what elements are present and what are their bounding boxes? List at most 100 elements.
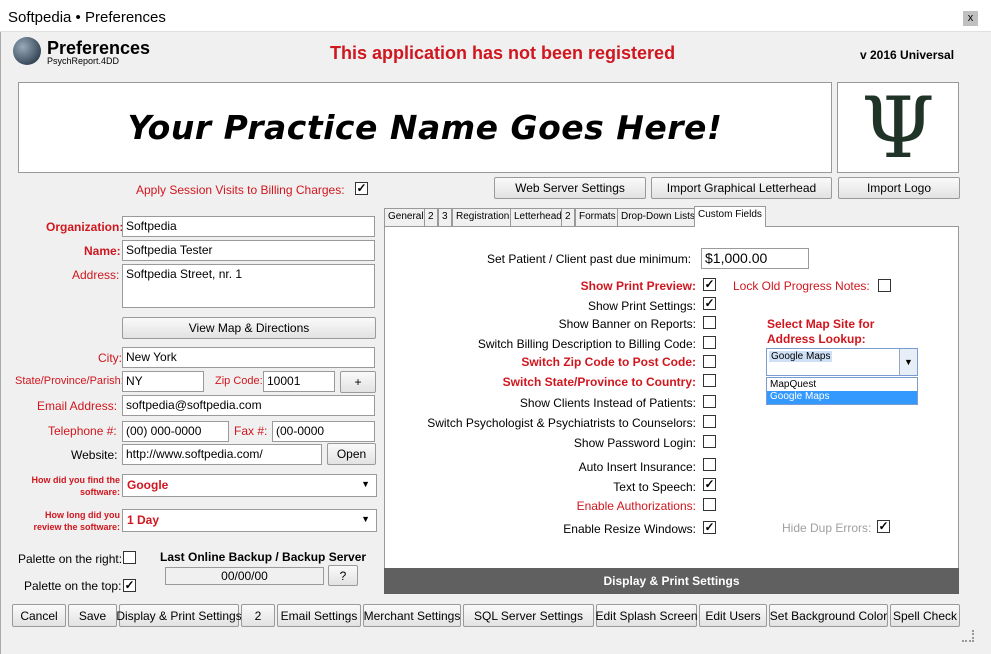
display-print-settings-button[interactable]: Display & Print Settings — [116, 604, 242, 627]
show-print-settings-checkbox[interactable]: ✓ — [703, 297, 716, 310]
resize-grip-icon[interactable] — [962, 630, 974, 642]
option-label: Enable Resize Windows: — [563, 522, 696, 536]
lock-notes-checkbox[interactable] — [878, 279, 891, 292]
map-site-dropdown[interactable]: Google Maps ▼ — [766, 348, 918, 376]
find-software-label-line1: How did you find the — [31, 475, 121, 485]
review-label-line1: How long did you — [45, 510, 120, 520]
backup-label: Last Online Backup / Backup Server — [160, 550, 367, 564]
post-code-checkbox[interactable] — [703, 355, 716, 368]
tab-drop-down-lists[interactable]: Drop-Down Lists — [617, 208, 699, 226]
view-map-button[interactable]: View Map & Directions — [122, 317, 376, 339]
find-software-dropdown[interactable]: Google ▼ — [122, 474, 377, 497]
app-logo-icon — [13, 37, 41, 65]
option-label: Show Print Settings: — [587, 299, 696, 313]
import-logo-button[interactable]: Import Logo — [838, 177, 960, 199]
resize-windows-checkbox[interactable]: ✓ — [703, 521, 716, 534]
option-label: Text to Speech: — [613, 480, 696, 494]
review-duration-dropdown[interactable]: 1 Day ▼ — [122, 509, 377, 532]
hide-dup-checkbox[interactable]: ✓ — [877, 520, 890, 533]
option-label: Enable Authorizations: — [576, 499, 696, 513]
email-settings-button[interactable]: Email Settings — [277, 604, 361, 627]
name-field[interactable]: Softpedia Tester — [122, 240, 375, 261]
tab-formats[interactable]: Formats — [575, 208, 620, 226]
sql-server-settings-button[interactable]: SQL Server Settings — [463, 604, 594, 627]
hide-dup-label: Hide Dup Errors: — [782, 521, 872, 535]
clients-checkbox[interactable] — [703, 395, 716, 408]
authorizations-checkbox[interactable] — [703, 498, 716, 511]
edit-users-button[interactable]: Edit Users — [699, 604, 767, 627]
text-to-speech-checkbox[interactable]: ✓ — [703, 478, 716, 491]
address-label: Address: — [72, 268, 120, 282]
telephone-field[interactable]: (00) 000-0000 — [122, 421, 229, 442]
country-checkbox[interactable] — [703, 374, 716, 387]
website-field[interactable]: http://www.softpedia.com/ — [122, 444, 322, 465]
map-option-mapquest[interactable]: MapQuest — [767, 378, 917, 391]
palette-top-label: Palette on the top: — [24, 579, 122, 593]
cancel-button[interactable]: Cancel — [12, 604, 66, 627]
name-label: Name: — [84, 244, 121, 258]
banner-text: Your Practice Name Goes Here! — [127, 108, 723, 147]
counselors-checkbox[interactable] — [703, 415, 716, 428]
past-due-field[interactable]: $1,000.00 — [701, 248, 809, 269]
panel-footer-title: Display & Print Settings — [603, 574, 740, 588]
option-label: Switch State/Province to Country: — [502, 375, 696, 389]
spell-check-button[interactable]: Spell Check — [890, 604, 960, 627]
website-label: Website: — [71, 448, 118, 462]
tab-general[interactable]: General — [384, 208, 428, 226]
address-field[interactable]: Softpedia Street, nr. 1 — [122, 264, 375, 308]
apply-session-checkbox[interactable]: ✓ — [355, 182, 368, 195]
email-field[interactable]: softpedia@softpedia.com — [122, 395, 375, 416]
option-label: Show Clients Instead of Patients: — [519, 396, 696, 410]
palette-right-label: Palette on the right: — [18, 552, 123, 566]
tab-letterhead-2[interactable]: 2 — [561, 208, 575, 226]
show-banner-checkbox[interactable] — [703, 316, 716, 329]
billing-code-checkbox[interactable] — [703, 336, 716, 349]
city-field[interactable]: New York — [122, 347, 375, 368]
tab-3[interactable]: 3 — [438, 208, 452, 226]
show-print-preview-checkbox[interactable]: ✓ — [703, 278, 716, 291]
panel-footer: Display & Print Settings — [384, 568, 959, 594]
logo-image: Ψ — [837, 82, 959, 173]
edit-splash-screen-button[interactable]: Edit Splash Screen — [595, 604, 698, 627]
city-label: City: — [98, 351, 122, 365]
tab-2[interactable]: 2 — [424, 208, 438, 226]
find-software-value: Google — [127, 478, 169, 492]
chevron-down-icon: ▼ — [361, 514, 370, 524]
add-button[interactable]: + — [340, 371, 376, 393]
tab-letterhead[interactable]: Letterhead — [510, 208, 566, 226]
palette-right-checkbox[interactable] — [123, 551, 136, 564]
tab-registration[interactable]: Registration — [452, 208, 514, 226]
tab-custom-fields[interactable]: Custom Fields — [694, 206, 766, 227]
map-site-list: MapQuest Google Maps — [766, 377, 918, 405]
organization-field[interactable]: Softpedia — [122, 216, 375, 237]
page-2-button[interactable]: 2 — [241, 604, 275, 627]
letterhead-banner: Your Practice Name Goes Here! — [18, 82, 832, 173]
backup-help-button[interactable]: ? — [328, 565, 358, 586]
option-label: Switch Zip Code to Post Code: — [521, 355, 696, 369]
find-software-label-line2: software: — [79, 487, 120, 497]
state-field[interactable]: NY — [122, 371, 204, 392]
save-button[interactable]: Save — [68, 604, 117, 627]
map-site-label-line1: Select Map Site for — [767, 317, 875, 331]
map-option-google-maps[interactable]: Google Maps — [767, 391, 917, 404]
map-site-selected: Google Maps — [769, 351, 833, 362]
web-server-settings-button[interactable]: Web Server Settings — [494, 177, 646, 199]
zip-field[interactable]: 10001 — [263, 371, 335, 392]
merchant-settings-button[interactable]: Merchant Settings — [363, 604, 461, 627]
email-label: Email Address: — [37, 399, 118, 413]
close-button[interactable]: x — [963, 11, 978, 26]
password-login-checkbox[interactable] — [703, 435, 716, 448]
chevron-down-icon: ▼ — [899, 349, 917, 375]
option-label: Show Password Login: — [573, 436, 696, 450]
review-label-line2: review the software: — [33, 522, 120, 532]
import-letterhead-button[interactable]: Import Graphical Letterhead — [651, 177, 832, 199]
set-background-color-button[interactable]: Set Background Color — [769, 604, 888, 627]
apply-session-label: Apply Session Visits to Billing Charges: — [136, 183, 345, 197]
backup-date-field[interactable]: 00/00/00 — [165, 567, 324, 585]
past-due-label: Set Patient / Client past due minimum: — [487, 252, 692, 266]
header-subtitle: PsychReport.4DD — [47, 56, 120, 66]
auto-insurance-checkbox[interactable] — [703, 458, 716, 471]
open-website-button[interactable]: Open — [327, 443, 376, 465]
fax-field[interactable]: (00-0000 — [272, 421, 375, 442]
palette-top-checkbox[interactable]: ✓ — [123, 579, 136, 592]
